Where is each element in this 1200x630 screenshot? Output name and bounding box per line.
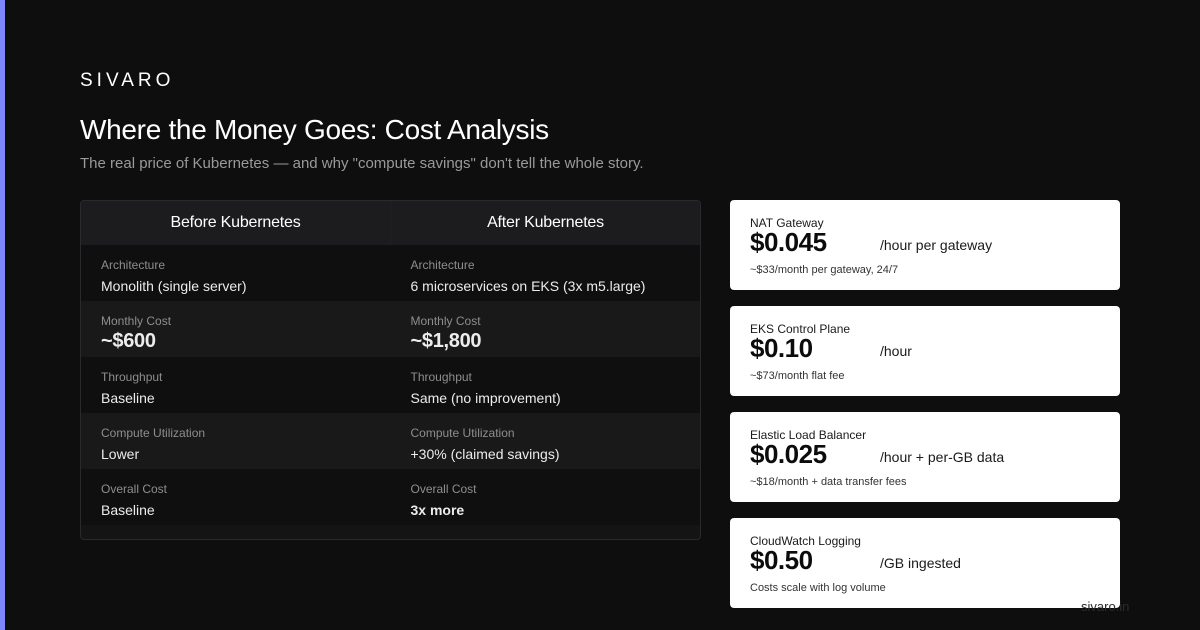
before-cell: Architecture Monolith (single server) — [81, 245, 391, 301]
cell-label: Compute Utilization — [101, 426, 206, 440]
after-cell: Overall Cost 3x more — [391, 469, 701, 525]
table-header: Before Kubernetes After Kubernetes — [81, 201, 700, 245]
cost-card-nat-gateway: NAT Gateway $0.045 /hour per gateway ~$3… — [730, 200, 1120, 290]
after-cell: Throughput Same (no improvement) — [391, 357, 701, 413]
page-title: Where the Money Goes: Cost Analysis — [80, 114, 549, 145]
table-row: Compute Utilization Lower Compute Utiliz… — [81, 413, 700, 469]
before-cell: Throughput Baseline — [81, 357, 391, 413]
cell-label: Compute Utilization — [410, 426, 515, 440]
cell-value: +30% (claimed savings) — [410, 446, 560, 462]
card-price: $0.045 — [750, 227, 827, 257]
cell-value: 6 microservices on EKS (3x m5.large) — [410, 278, 646, 294]
cell-value: ~$1,800 — [410, 330, 482, 352]
table-row: Throughput Baseline Throughput Same (no … — [81, 357, 700, 413]
cell-value: Same (no improvement) — [410, 390, 561, 406]
card-unit: /hour + per-GB data — [880, 449, 1005, 465]
brand-logo: SIVARO — [80, 70, 175, 91]
cell-label: Overall Cost — [410, 482, 477, 496]
cell-label: Monthly Cost — [101, 314, 172, 328]
cost-card-load-balancer: Elastic Load Balancer $0.025 /hour + per… — [730, 412, 1120, 502]
after-cell: Compute Utilization +30% (claimed saving… — [391, 413, 701, 469]
card-note: Costs scale with log volume — [750, 582, 886, 594]
before-cell: Compute Utilization Lower — [81, 413, 391, 469]
cost-card-eks-control-plane: EKS Control Plane $0.10 /hour ~$73/month… — [730, 306, 1120, 396]
card-unit: /GB ingested — [880, 555, 961, 571]
after-cell: Architecture 6 microservices on EKS (3x … — [391, 245, 701, 301]
table-row: Monthly Cost ~$600 Monthly Cost ~$1,800 — [81, 301, 700, 357]
cell-label: Monthly Cost — [410, 314, 481, 328]
cell-label: Architecture — [101, 258, 166, 272]
accent-bar — [0, 0, 5, 630]
cell-value: Baseline — [101, 390, 155, 406]
cell-value: Lower — [101, 446, 140, 462]
comparison-table: Before Kubernetes After Kubernetes Archi… — [80, 200, 701, 540]
card-note: ~$73/month flat fee — [750, 370, 845, 382]
cell-value: ~$600 — [101, 330, 156, 352]
cell-value: Baseline — [101, 502, 155, 518]
card-note: ~$18/month + data transfer fees — [750, 476, 907, 488]
card-unit: /hour per gateway — [880, 237, 993, 253]
before-cell: Overall Cost Baseline — [81, 469, 391, 525]
card-price: $0.025 — [750, 439, 827, 469]
after-cell: Monthly Cost ~$1,800 — [391, 301, 701, 357]
header-before: Before Kubernetes — [81, 201, 391, 245]
cell-value: Monolith (single server) — [101, 278, 247, 294]
card-unit: /hour — [880, 343, 912, 359]
table-row: Overall Cost Baseline Overall Cost 3x mo… — [81, 469, 700, 525]
footer-url: sivaro.in — [1081, 599, 1130, 614]
cost-cards: NAT Gateway $0.045 /hour per gateway ~$3… — [730, 200, 1120, 624]
cell-label: Throughput — [410, 370, 472, 384]
card-price: $0.50 — [750, 545, 813, 575]
table-row: Architecture Monolith (single server) Ar… — [81, 245, 700, 301]
cell-label: Architecture — [410, 258, 475, 272]
cell-value: 3x more — [410, 502, 465, 518]
page-subtitle: The real price of Kubernetes — and why "… — [80, 155, 644, 172]
cell-label: Throughput — [101, 370, 163, 384]
header-after: After Kubernetes — [487, 214, 604, 231]
card-note: ~$33/month per gateway, 24/7 — [750, 264, 899, 276]
card-price: $0.10 — [750, 333, 813, 363]
cost-card-cloudwatch: CloudWatch Logging $0.50 /GB ingested Co… — [730, 518, 1120, 608]
cell-label: Overall Cost — [101, 482, 168, 496]
before-cell: Monthly Cost ~$600 — [81, 301, 391, 357]
